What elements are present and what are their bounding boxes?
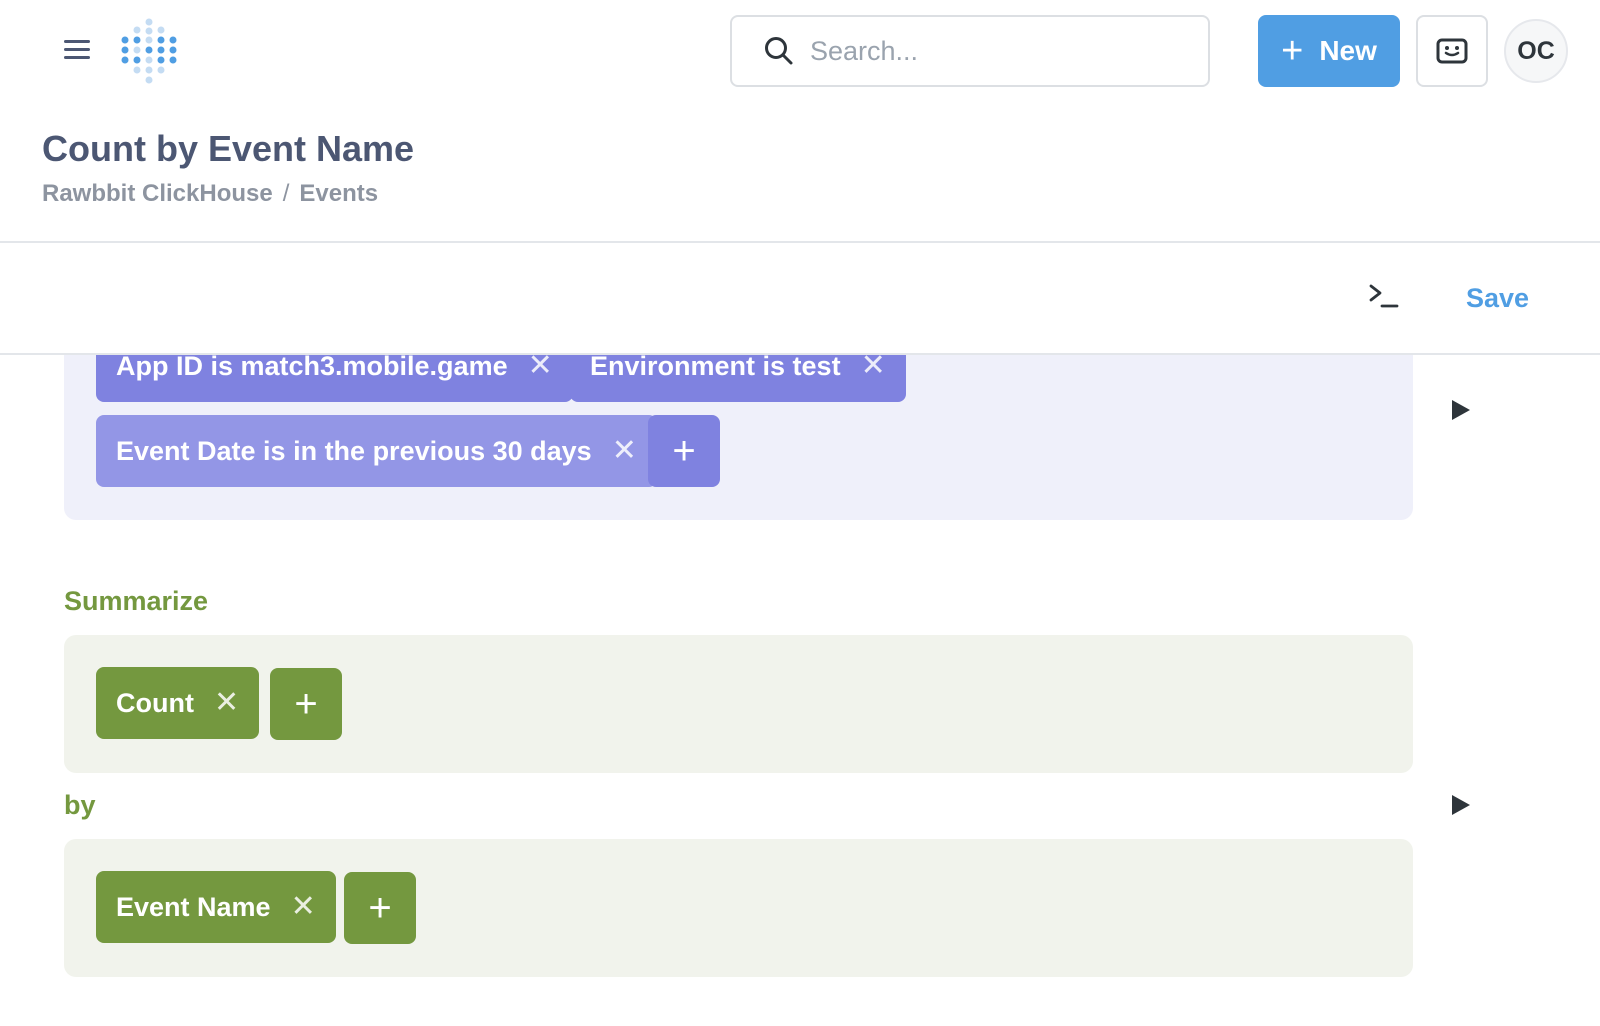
- new-button-label: New: [1319, 35, 1377, 66]
- filter-pill[interactable]: Event Date is in the previous 30 days ✕: [96, 415, 657, 487]
- metabase-logo-icon[interactable]: [120, 18, 180, 84]
- menu-icon[interactable]: [64, 40, 90, 62]
- close-icon[interactable]: ✕: [528, 351, 553, 381]
- save-button[interactable]: Save: [1466, 283, 1529, 314]
- filter-pill-label: Environment is test: [590, 350, 841, 381]
- add-dimension-button[interactable]: +: [344, 872, 416, 944]
- search-input[interactable]: [810, 35, 1170, 67]
- summarize-panel: Count ✕ +: [64, 635, 1413, 773]
- plus-icon: +: [368, 885, 392, 930]
- terminal-icon[interactable]: [1368, 281, 1400, 311]
- search-icon: [765, 37, 793, 65]
- metabot-button[interactable]: [1416, 15, 1488, 87]
- add-filter-button[interactable]: +: [648, 415, 720, 487]
- group-by-panel: Event Name ✕ +: [64, 839, 1413, 977]
- page-title: Count by Event Name: [42, 128, 415, 169]
- breadcrumb-separator: /: [282, 180, 290, 207]
- plus-icon: +: [672, 428, 696, 473]
- user-avatar[interactable]: OC: [1504, 19, 1568, 83]
- dimension-pill-label: Event Name: [116, 891, 271, 922]
- dimension-pill[interactable]: Event Name ✕: [96, 871, 336, 943]
- breadcrumb-table[interactable]: Events: [299, 180, 378, 207]
- filter-pill-label: App ID is match3.mobile.game: [116, 350, 508, 381]
- search-box[interactable]: [730, 15, 1210, 87]
- add-metric-button[interactable]: +: [270, 668, 342, 740]
- group-by-label: by: [64, 790, 96, 820]
- close-icon[interactable]: ✕: [291, 892, 316, 922]
- breadcrumb-database[interactable]: Rawbbit ClickHouse: [42, 180, 273, 207]
- metabot-icon: [1436, 38, 1468, 64]
- metric-pill[interactable]: Count ✕: [96, 667, 260, 739]
- summarize-label: Summarize: [64, 586, 209, 616]
- action-bar: Save: [0, 243, 1600, 355]
- plus-icon: +: [1281, 30, 1304, 72]
- breadcrumb: Rawbbit ClickHouse / Events: [42, 180, 378, 208]
- filter-pill-label: Event Date is in the previous 30 days: [116, 435, 592, 466]
- close-icon[interactable]: ✕: [861, 351, 886, 381]
- top-nav: + New OC: [0, 0, 1600, 100]
- close-icon[interactable]: ✕: [214, 688, 239, 718]
- new-button[interactable]: + New: [1258, 15, 1400, 87]
- preview-filter-icon[interactable]: [1452, 400, 1470, 420]
- close-icon[interactable]: ✕: [612, 436, 637, 466]
- preview-summarize-icon[interactable]: [1452, 795, 1470, 815]
- metric-pill-label: Count: [116, 687, 194, 718]
- plus-icon: +: [294, 681, 318, 726]
